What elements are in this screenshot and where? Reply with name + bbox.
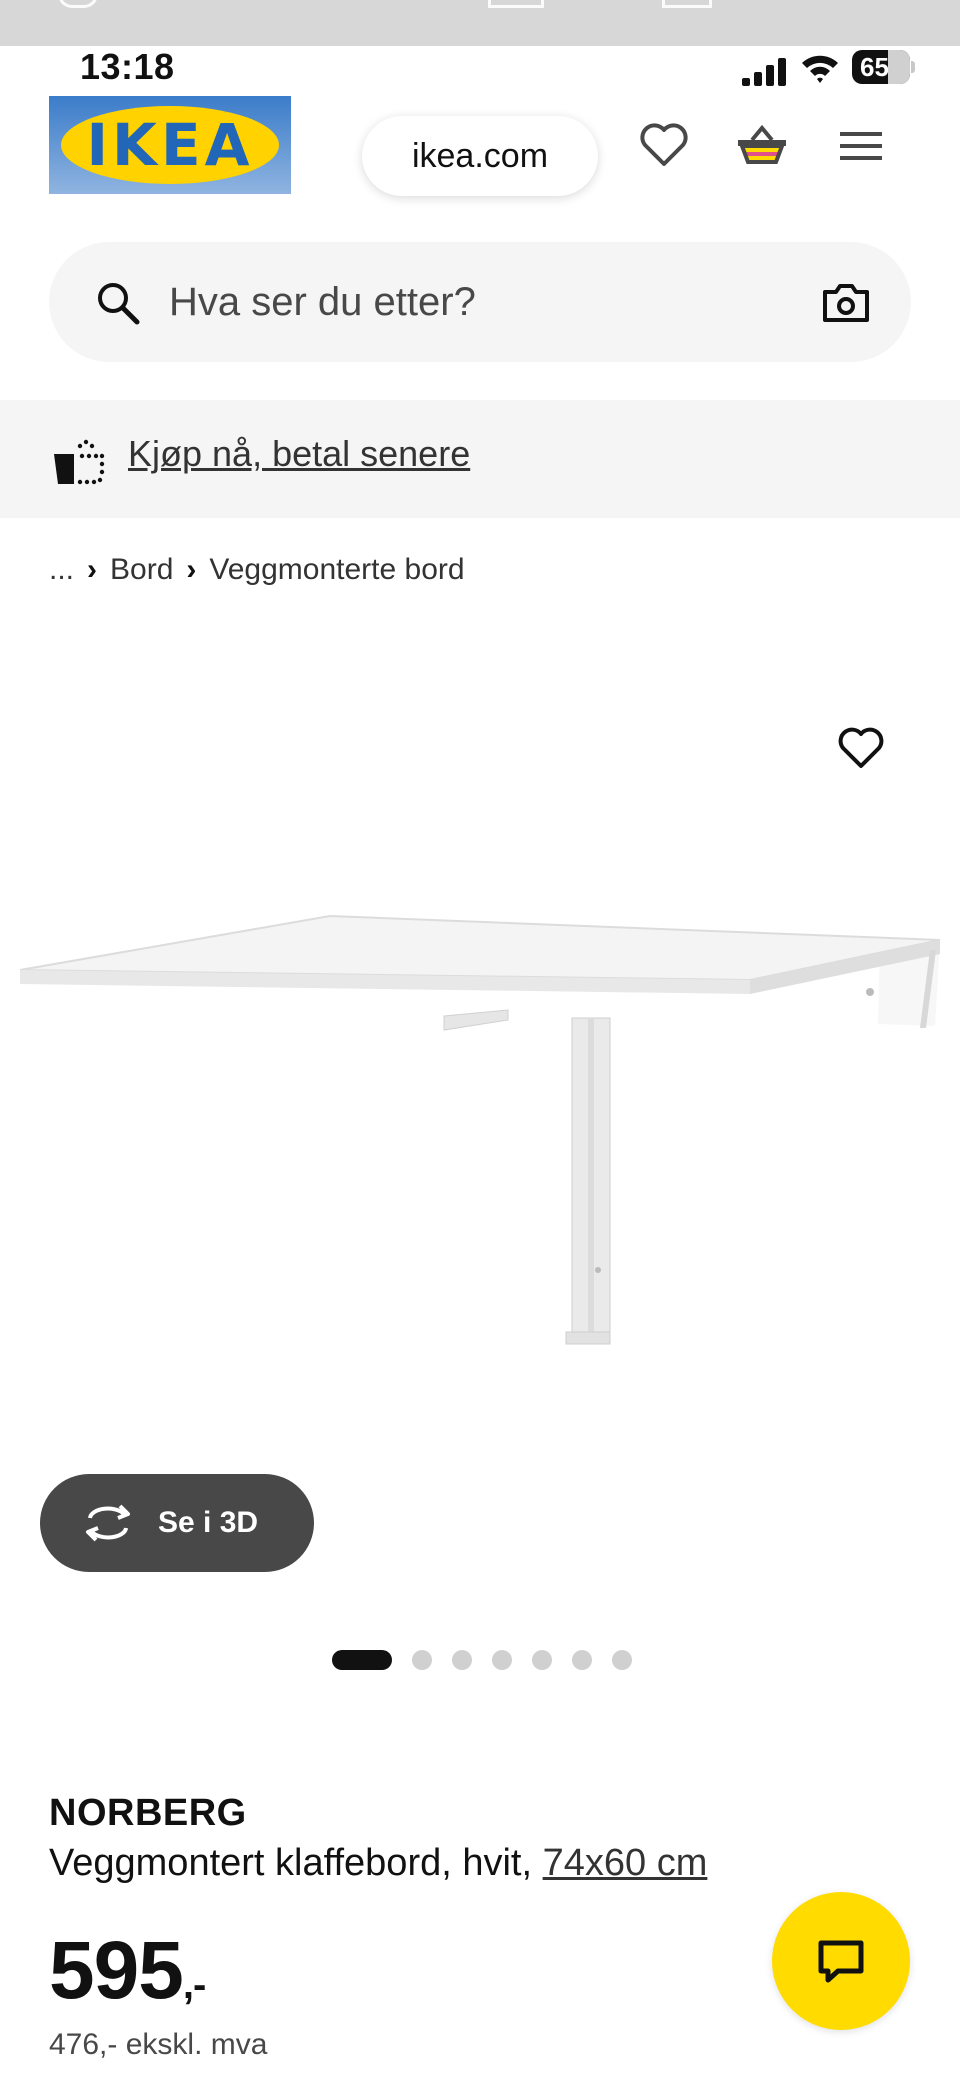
chevron-right-icon: ›	[87, 553, 98, 586]
chat-button[interactable]	[772, 1892, 910, 2030]
site-header: IKEA ikea.com	[0, 96, 960, 206]
search-bar[interactable]: Hva ser du etter?	[49, 242, 911, 362]
favourite-heart-icon[interactable]	[836, 724, 886, 774]
menu-icon[interactable]	[834, 118, 890, 174]
logo-text: IKEA	[86, 111, 254, 179]
top-system-strip	[0, 0, 960, 46]
camera-icon[interactable]	[821, 278, 871, 328]
search-icon[interactable]	[93, 278, 143, 328]
ghost-truck-icon	[488, 0, 544, 8]
rotate-3d-icon	[86, 1504, 130, 1542]
battery-level: 65	[860, 52, 889, 82]
battery-tip	[911, 61, 915, 73]
view-3d-button[interactable]: Se i 3D	[40, 1474, 314, 1572]
bnpl-banner[interactable]: Kjøp nå, betal senere	[0, 400, 960, 518]
gallery-dot[interactable]	[412, 1650, 432, 1670]
gallery-dot[interactable]	[452, 1650, 472, 1670]
view-3d-label: Se i 3D	[158, 1506, 259, 1539]
signal-icon	[742, 58, 786, 86]
ghost-globe-icon	[58, 0, 98, 8]
search-input[interactable]: Hva ser du etter?	[169, 242, 476, 362]
gallery-dot[interactable]	[612, 1650, 632, 1670]
product-image[interactable]	[0, 880, 960, 1360]
battery-indicator: 65	[852, 50, 910, 84]
product-description-text: Veggmontert klaffebord, hvit,	[49, 1842, 533, 1884]
product-price: 595,-	[49, 1924, 206, 2018]
wifi-icon	[802, 55, 838, 83]
price-suffix: ,-	[182, 1963, 206, 2007]
chat-icon	[818, 1940, 864, 1983]
product-size-link[interactable]: 74x60 cm	[543, 1842, 708, 1884]
product-description: Veggmontert klaffebord, hvit, 74x60 cm	[49, 1842, 707, 1885]
ikea-logo[interactable]: IKEA	[49, 96, 291, 194]
basket-icon[interactable]	[734, 118, 790, 174]
basket-installment-icon	[54, 439, 105, 485]
gallery-dot[interactable]	[492, 1650, 512, 1670]
breadcrumb-item-veggmonterte-bord[interactable]: Veggmonterte bord	[209, 553, 464, 587]
status-time: 13:18	[80, 46, 175, 87]
breadcrumb-ellipsis[interactable]: ...	[49, 553, 74, 587]
gallery-dot[interactable]	[532, 1650, 552, 1670]
gallery-dot-active[interactable]	[332, 1650, 392, 1670]
status-bar: 13:18 65	[0, 46, 960, 96]
gallery-dot[interactable]	[572, 1650, 592, 1670]
price-value: 595	[49, 1925, 184, 2016]
ghost-store-icon	[662, 0, 712, 8]
breadcrumb: ... › Bord › Veggmonterte bord	[49, 548, 465, 592]
price-ex-vat: 476,- ekskl. mva	[49, 2028, 268, 2061]
product-name: NORBERG	[49, 1792, 247, 1834]
bnpl-link[interactable]: Kjøp nå, betal senere	[128, 400, 470, 508]
heart-icon[interactable]	[636, 118, 692, 174]
gallery-pagination[interactable]	[332, 1650, 632, 1670]
url-pill[interactable]: ikea.com	[362, 116, 598, 196]
breadcrumb-item-bord[interactable]: Bord	[110, 553, 173, 587]
chevron-right-icon: ›	[186, 553, 197, 586]
